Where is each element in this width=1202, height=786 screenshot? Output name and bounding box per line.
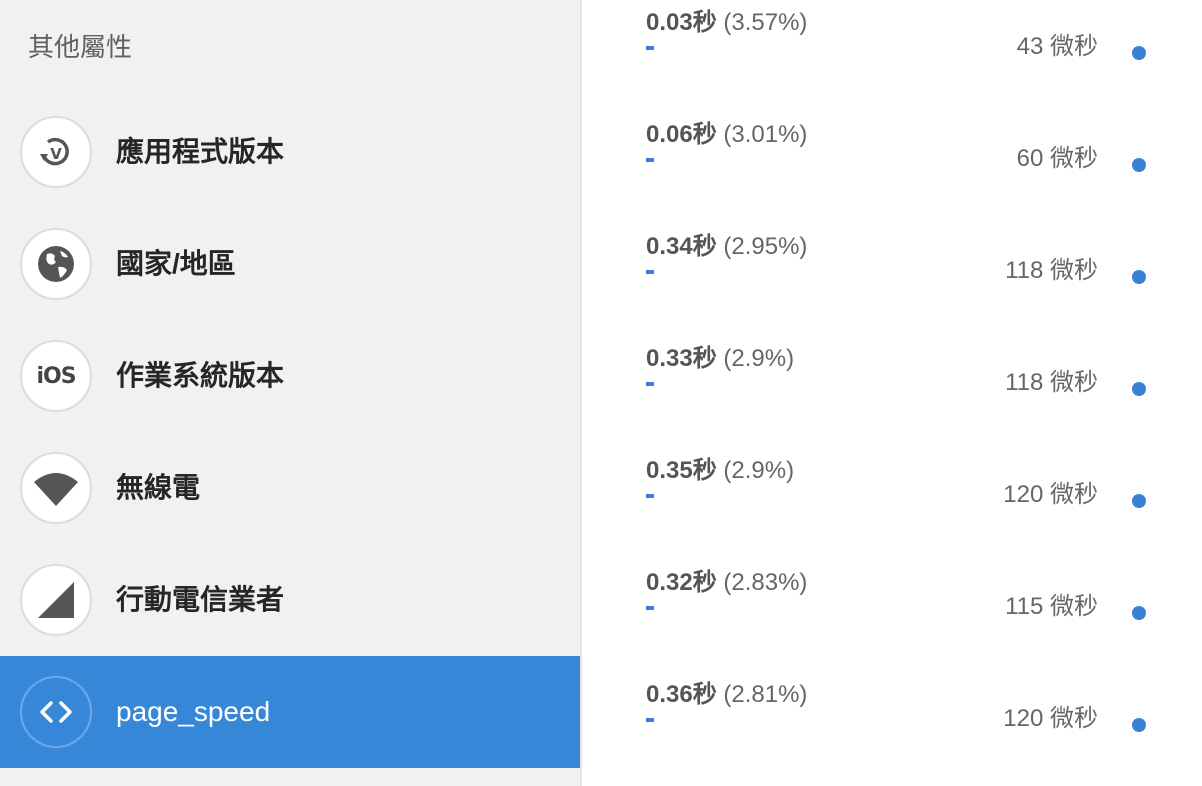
stat-count: 43 微秒: [1016, 33, 1098, 60]
stat-value: 0.03秒: [646, 9, 717, 36]
sidebar-item-country[interactable]: 國家/地區: [0, 208, 580, 320]
series-dot: [1132, 718, 1146, 732]
stat-count: 118 微秒: [1005, 369, 1098, 396]
series-dot: [1132, 606, 1146, 620]
series-dot: [1132, 494, 1146, 508]
section-title: 其他屬性: [28, 32, 133, 62]
cellular-signal-icon: [20, 564, 92, 636]
stat-row[interactable]: 0.35秒 (2.9%) 120 微秒: [582, 448, 1202, 560]
stat-row[interactable]: 0.34秒 (2.95%) 118 微秒: [582, 224, 1202, 336]
attributes-sidebar: 其他屬性 V 應用程式版本 國家/地區 iOS 作業系統版本 無線電 行動電信業…: [0, 0, 580, 786]
stat-percent: (2.83%): [723, 569, 808, 596]
sidebar-item-radio[interactable]: 無線電: [0, 432, 580, 544]
stat-percent: (2.95%): [723, 233, 808, 260]
stat-row[interactable]: 0.33秒 (2.9%) 118 微秒: [582, 336, 1202, 448]
stat-bar: [646, 46, 654, 50]
stat-bar: [646, 718, 654, 722]
wifi-signal-icon: [20, 452, 92, 524]
sidebar-item-os-version[interactable]: iOS 作業系統版本: [0, 320, 580, 432]
stat-bar: [646, 494, 654, 498]
stat-percent: (2.81%): [723, 681, 808, 708]
stat-value: 0.06秒: [646, 121, 717, 148]
stat-row[interactable]: 0.06秒 (3.01%) 60 微秒: [582, 112, 1202, 224]
stat-row[interactable]: 0.32秒 (2.83%) 115 微秒: [582, 560, 1202, 672]
ios-icon: iOS: [20, 340, 92, 412]
sidebar-item-label: page_speed: [116, 696, 271, 727]
series-dot: [1132, 270, 1146, 284]
stat-bar: [646, 382, 654, 386]
stat-bar: [646, 158, 654, 162]
ios-icon-text: iOS: [36, 363, 76, 389]
sidebar-item-label: 應用程式版本: [116, 136, 285, 167]
sidebar-item-label: 作業系統版本: [116, 360, 285, 391]
series-dot: [1132, 382, 1146, 396]
sidebar-item-carrier[interactable]: 行動電信業者: [0, 544, 580, 656]
stat-percent: (2.9%): [723, 457, 795, 484]
stat-count: 60 微秒: [1016, 145, 1098, 172]
globe-icon: [20, 228, 92, 300]
stat-value: 0.35秒: [646, 457, 717, 484]
stat-value: 0.34秒: [646, 233, 717, 260]
app-version-icon: V: [20, 116, 92, 188]
stat-row[interactable]: 0.36秒 (2.81%) 120 微秒: [582, 672, 1202, 784]
sidebar-item-label: 無線電: [116, 472, 201, 503]
stat-count: 115 微秒: [1005, 593, 1098, 620]
stat-percent: (3.01%): [723, 121, 808, 148]
series-dot: [1132, 158, 1146, 172]
stat-value: 0.36秒: [646, 681, 717, 708]
stat-percent: (2.9%): [723, 345, 795, 372]
stat-value: 0.32秒: [646, 569, 717, 596]
sidebar-item-label: 行動電信業者: [116, 584, 285, 615]
svg-text:V: V: [50, 145, 62, 163]
sidebar-item-app-version[interactable]: V 應用程式版本: [0, 96, 580, 208]
stat-percent: (3.57%): [723, 9, 808, 36]
stat-bar: [646, 606, 654, 610]
sidebar-item-page-speed[interactable]: page_speed: [0, 656, 580, 768]
sidebar-item-label: 國家/地區: [116, 248, 236, 279]
stat-row[interactable]: 0.03秒 (3.57%) 43 微秒: [582, 0, 1202, 112]
stat-count: 120 微秒: [1003, 705, 1098, 732]
stat-count: 120 微秒: [1003, 481, 1098, 508]
stat-value: 0.33秒: [646, 345, 717, 372]
code-brackets-icon: [20, 676, 92, 748]
stat-count: 118 微秒: [1005, 257, 1098, 284]
series-dot: [1132, 46, 1146, 60]
stat-bar: [646, 270, 654, 274]
